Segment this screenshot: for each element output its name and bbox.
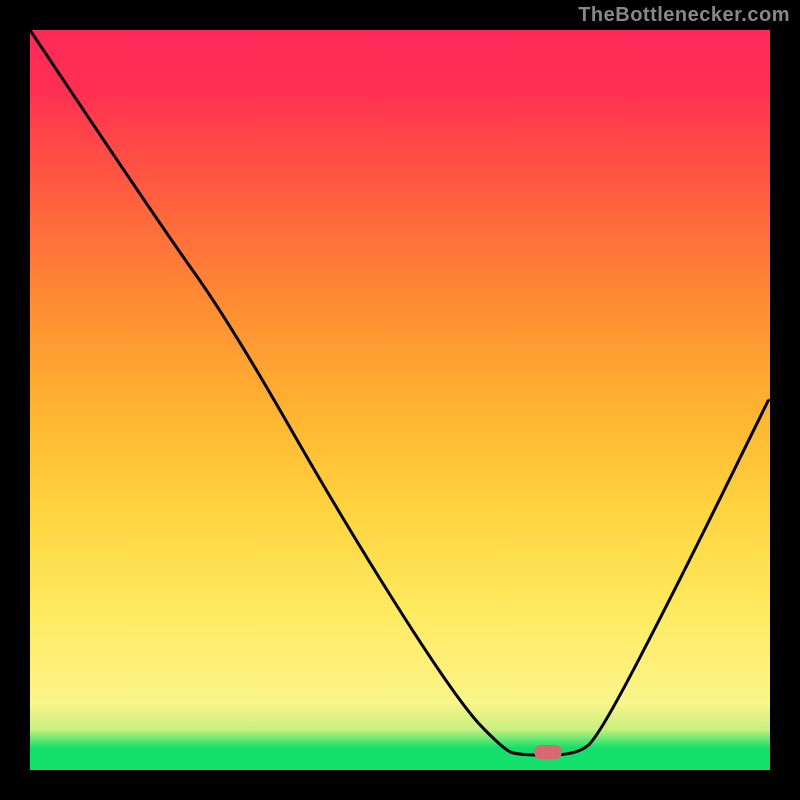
chart-frame: TheBottlenecker.com: [0, 0, 800, 800]
bottleneck-curve: [30, 30, 770, 770]
plot-area: [30, 30, 770, 770]
bottleneck-curve-path: [30, 30, 769, 755]
watermark-text: TheBottlenecker.com: [578, 4, 790, 27]
optimal-point-marker: [534, 745, 562, 759]
